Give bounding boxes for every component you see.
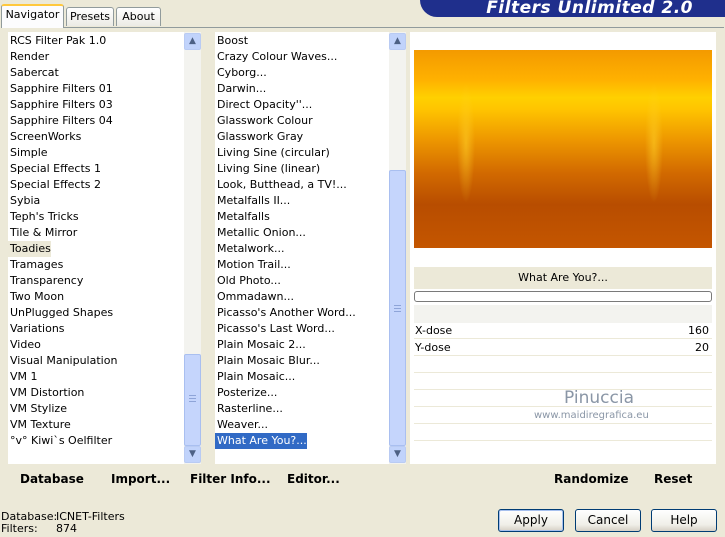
category-item[interactable]: Simple	[8, 145, 48, 161]
tab-navigator[interactable]: Navigator	[1, 4, 64, 28]
category-item[interactable]: Toadies	[8, 241, 51, 257]
category-item[interactable]: Transparency	[8, 273, 83, 289]
filter-scroll-thumb[interactable]	[389, 170, 406, 446]
param-y-dose[interactable]: Y-dose 20	[414, 340, 712, 356]
watermark-site: www.maidiregrafica.eu	[534, 410, 649, 421]
filter-item[interactable]: Ommadawn...	[215, 289, 294, 305]
title-banner: Filters Unlimited 2.0	[420, 0, 725, 17]
category-list[interactable]: RCS Filter Pak 1.0 Render Sabercat Sapphire…	[8, 32, 184, 464]
param-x-dose-label: X-dose	[415, 324, 453, 337]
filter-item[interactable]: Weaver...	[215, 417, 268, 433]
filter-item[interactable]: Direct Opacity''...	[215, 97, 312, 113]
param-row-empty	[414, 391, 712, 407]
category-item[interactable]: Sabercat	[8, 65, 59, 81]
watermark-name: Pinuccia	[564, 388, 634, 408]
category-item[interactable]: ScreenWorks	[8, 129, 81, 145]
filter-item[interactable]: Metallic Onion...	[215, 225, 306, 241]
filter-info-button[interactable]: Filter Info...	[190, 472, 271, 486]
category-scrollbar[interactable]: ▲ ▼	[184, 32, 201, 464]
status-filters-value: 874	[56, 522, 77, 535]
category-item[interactable]: Sybia	[8, 193, 40, 209]
filter-item[interactable]: Picasso's Last Word...	[215, 321, 335, 337]
filter-preview-image	[414, 50, 712, 248]
filter-item[interactable]: Living Sine (linear)	[215, 161, 320, 177]
randomize-button[interactable]: Randomize	[554, 472, 628, 486]
category-item[interactable]: Tramages	[8, 257, 63, 273]
filter-item[interactable]: Metalwork...	[215, 241, 284, 257]
filter-item[interactable]: Glasswork Gray	[215, 129, 303, 145]
filter-item[interactable]: Rasterline...	[215, 401, 283, 417]
category-item[interactable]: Special Effects 1	[8, 161, 101, 177]
category-scroll-down-icon[interactable]: ▼	[184, 446, 201, 463]
filter-item[interactable]: Motion Trail...	[215, 257, 291, 273]
filter-item[interactable]: Look, Butthead, a TV!...	[215, 177, 347, 193]
category-item[interactable]: Sapphire Filters 03	[8, 97, 113, 113]
param-row-empty	[414, 374, 712, 390]
help-button[interactable]: Help	[651, 509, 717, 532]
category-item[interactable]: Sapphire Filters 04	[8, 113, 113, 129]
category-scroll-up-icon[interactable]: ▲	[184, 33, 201, 50]
filter-list[interactable]: Boost Crazy Colour Waves... Cyborg... Darwi…	[215, 32, 389, 464]
filter-scroll-up-icon[interactable]: ▲	[389, 33, 406, 50]
category-item[interactable]: VM Texture	[8, 417, 71, 433]
filter-item[interactable]: Plain Mosaic Blur...	[215, 353, 320, 369]
progress-bar	[414, 291, 712, 302]
filter-scroll-down-icon[interactable]: ▼	[389, 446, 406, 463]
filter-item[interactable]: Plain Mosaic 2...	[215, 337, 306, 353]
filter-item[interactable]: Cyborg...	[215, 65, 267, 81]
category-item[interactable]: Teph's Tricks	[8, 209, 79, 225]
category-item[interactable]: VM Stylize	[8, 401, 67, 417]
param-row-empty	[414, 425, 712, 441]
category-item[interactable]: Special Effects 2	[8, 177, 101, 193]
editor-button[interactable]: Editor...	[287, 472, 340, 486]
category-item[interactable]: Sapphire Filters 01	[8, 81, 113, 97]
filter-scrollbar[interactable]: ▲ ▼	[389, 32, 406, 464]
filter-item[interactable]: Picasso's Another Word...	[215, 305, 356, 321]
filter-item[interactable]: Posterize...	[215, 385, 277, 401]
param-y-dose-label: Y-dose	[415, 341, 451, 354]
filter-item[interactable]: What Are You?...	[215, 433, 307, 449]
status-filters-label: Filters:	[1, 522, 38, 535]
category-item[interactable]: °v° Kiwi`s Oelfilter	[8, 433, 112, 449]
filter-item[interactable]: Crazy Colour Waves...	[215, 49, 337, 65]
category-item[interactable]: Variations	[8, 321, 65, 337]
param-x-dose[interactable]: X-dose 160	[414, 323, 712, 339]
category-item[interactable]: VM 1	[8, 369, 38, 385]
cancel-button[interactable]: Cancel	[575, 509, 641, 532]
category-item[interactable]: VM Distortion	[8, 385, 84, 401]
filter-item[interactable]: Metalfalls II...	[215, 193, 290, 209]
category-item[interactable]: Tile & Mirror	[8, 225, 77, 241]
filter-item[interactable]: Boost	[215, 33, 248, 49]
tab-presets[interactable]: Presets	[66, 7, 114, 26]
import-button[interactable]: Import...	[111, 472, 170, 486]
reset-button[interactable]: Reset	[654, 472, 692, 486]
tab-about[interactable]: About	[116, 7, 161, 26]
filter-item[interactable]: Metalfalls	[215, 209, 270, 225]
database-button[interactable]: Database	[20, 472, 84, 486]
filter-item[interactable]: Glasswork Colour	[215, 113, 313, 129]
filter-item[interactable]: Plain Mosaic...	[215, 369, 295, 385]
filter-item[interactable]: Darwin...	[215, 81, 266, 97]
filter-item[interactable]: Old Photo...	[215, 273, 281, 289]
category-item[interactable]: Render	[8, 49, 49, 65]
param-row-empty	[414, 357, 712, 373]
filter-item[interactable]: Living Sine (circular)	[215, 145, 330, 161]
category-item[interactable]: Video	[8, 337, 41, 353]
params-header	[414, 305, 712, 323]
param-x-dose-value[interactable]: 160	[688, 323, 709, 339]
category-item[interactable]: RCS Filter Pak 1.0	[8, 33, 106, 49]
category-item[interactable]: Visual Manipulation	[8, 353, 117, 369]
param-y-dose-value[interactable]: 20	[695, 340, 709, 356]
category-item[interactable]: Two Moon	[8, 289, 64, 305]
category-scroll-thumb[interactable]	[184, 354, 201, 446]
app-title: Filters Unlimited 2.0	[486, 0, 693, 17]
apply-button[interactable]: Apply	[498, 509, 564, 532]
preview-filter-name: What Are You?...	[518, 271, 608, 284]
category-item[interactable]: UnPlugged Shapes	[8, 305, 113, 321]
